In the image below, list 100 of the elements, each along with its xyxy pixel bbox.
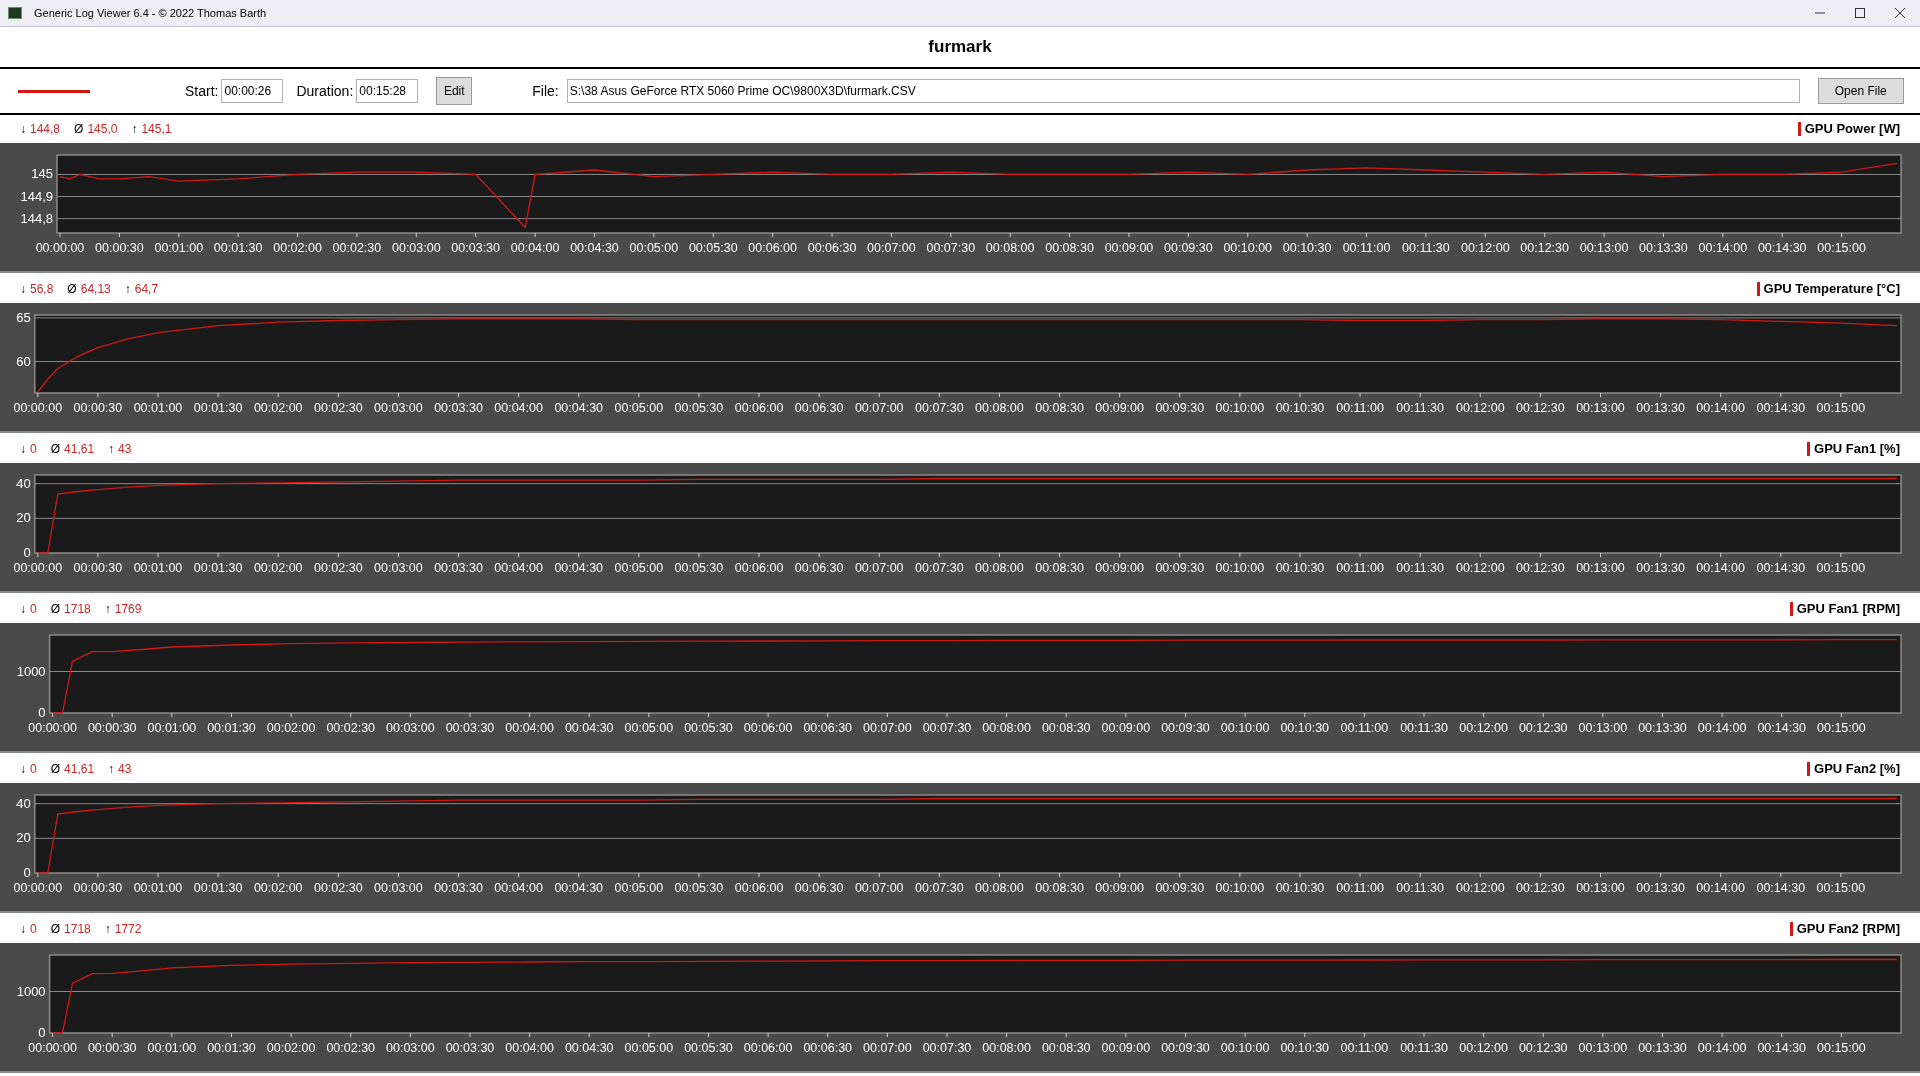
axis-label: 00:04:30	[554, 881, 604, 895]
axis-label: 00:05:30	[684, 721, 733, 735]
axis-label: 40	[16, 795, 31, 811]
duration-field[interactable]: 00:15:28	[356, 79, 419, 103]
stat-value: 1718	[64, 921, 91, 938]
axis-label: 00:02:00	[266, 721, 316, 735]
axis-label: 00:12:30	[1516, 401, 1565, 415]
axis-label: 00:14:30	[1757, 721, 1807, 735]
axis-label: 00:14:30	[1757, 241, 1807, 255]
axis-label: 00:08:30	[1035, 561, 1084, 575]
axis-label: 00:08:00	[982, 1041, 1031, 1055]
axis-label: 00:14:00	[1697, 1041, 1747, 1055]
axis-label: 00:07:30	[915, 881, 964, 895]
axis-label: 00:04:00	[505, 721, 554, 735]
stat-symbol: ↑	[104, 601, 111, 618]
file-path-field[interactable]: S:\38 Asus GeForce RTX 5060 Prime OC\9800X3D\furmark.CSV	[566, 79, 1800, 103]
axis-label: 00:10:30	[1275, 401, 1325, 415]
axis-label: 00:09:00	[1095, 561, 1144, 575]
axis-label: 00:14:00	[1696, 561, 1746, 575]
axis-label: 00:05:30	[674, 561, 724, 575]
axis-label: 0	[38, 1025, 46, 1040]
axis-label: 00:02:30	[314, 881, 363, 895]
stat-symbol: Ø	[67, 281, 77, 298]
axis-label: 00:00:30	[95, 241, 144, 255]
axis-label: 00:07:00	[863, 1041, 912, 1055]
axis-label: 00:02:00	[253, 881, 303, 895]
axis-label: 00:04:30	[564, 721, 614, 735]
axis-label: 00:06:00	[734, 561, 784, 575]
axis-label: 00:12:30	[1518, 721, 1568, 735]
axis-label: 00:13:00	[1579, 241, 1629, 255]
axis-label: 00:11:00	[1336, 401, 1384, 415]
axis-label: 00:08:00	[975, 401, 1024, 415]
open-file-button[interactable]: Open File	[1817, 78, 1904, 104]
stat-symbol: ↑	[131, 121, 138, 138]
axis-label: 00:15:00	[1816, 561, 1866, 575]
axis-label: 00:09:30	[1161, 721, 1210, 735]
stat-value: 41,61	[64, 441, 95, 458]
axis-label: 00:00:00	[28, 721, 77, 735]
axis-label: 00:04:30	[554, 561, 604, 575]
stat-value: 145,1	[141, 121, 172, 138]
chart-title: GPU Power [W]	[1804, 120, 1900, 139]
axis-label: 00:01:00	[133, 881, 183, 895]
stat-value: 0	[30, 921, 37, 938]
axis-label: 40	[16, 475, 31, 491]
edit-button[interactable]: Edit	[436, 77, 473, 105]
axis-label: 00:14:30	[1756, 561, 1806, 575]
axis-label: 00:09:00	[1104, 241, 1154, 255]
axis-label: 00:10:30	[1275, 881, 1325, 895]
axis-label: 00:01:30	[207, 721, 256, 735]
document-title: furmark	[928, 36, 992, 59]
stat-value: 43	[118, 761, 132, 778]
axis-label: 00:03:00	[386, 1041, 435, 1055]
axis-label: 00:14:00	[1696, 401, 1746, 415]
axis-label: 00:07:00	[863, 721, 912, 735]
axis-label: 00:05:30	[684, 1041, 733, 1055]
axis-label: 00:01:30	[193, 881, 243, 895]
stat-symbol: Ø	[50, 761, 61, 778]
axis-label: 00:04:30	[564, 1041, 614, 1055]
axis-label: 144,9	[20, 188, 53, 204]
axis-label: 00:13:30	[1636, 401, 1685, 415]
axis-label: 00:12:30	[1516, 561, 1565, 575]
axis-label: 00:15:00	[1816, 881, 1866, 895]
axis-label: 00:10:00	[1220, 1041, 1270, 1055]
axis-label: 00:02:30	[314, 401, 363, 415]
axis-label: 00:00:00	[35, 241, 85, 255]
stat-symbol: Ø	[50, 921, 61, 938]
axis-label: 00:11:30	[1400, 1041, 1448, 1055]
axis-label: 00:02:00	[273, 241, 322, 255]
app-icon	[8, 7, 22, 19]
axis-label: 00:14:30	[1756, 881, 1806, 895]
axis-label: 00:05:30	[688, 241, 738, 255]
start-field[interactable]: 00:00:26	[221, 79, 284, 103]
axis-label: 00:12:30	[1520, 241, 1569, 255]
window-title: Generic Log Viewer 6.4 - © 2022 Thomas Barth	[34, 5, 267, 21]
axis-label: 00:01:30	[193, 401, 243, 415]
axis-label: 00:10:00	[1215, 401, 1265, 415]
axis-label: 00:05:00	[614, 881, 664, 895]
axis-label: 0	[38, 705, 46, 720]
axis-label: 00:04:00	[494, 401, 543, 415]
stat-value: 1769	[114, 601, 142, 618]
axis-label: 00:01:00	[147, 721, 197, 735]
axis-label: 00:03:30	[451, 241, 501, 255]
axis-label: 00:05:00	[614, 561, 664, 575]
axis-label: 00:06:00	[743, 1041, 793, 1055]
axis-label: 00:08:00	[985, 241, 1035, 255]
axis-label: 00:13:00	[1576, 881, 1625, 895]
axis-label: 00:12:00	[1455, 561, 1505, 575]
axis-label: 00:01:00	[154, 241, 204, 255]
axis-label: 00:11:30	[1396, 561, 1445, 575]
chart-title: GPU Fan1 [%]	[1814, 440, 1900, 459]
axis-label: 00:01:30	[193, 561, 243, 575]
axis-label: 00:03:30	[434, 401, 483, 415]
stat-symbol: ↓	[20, 761, 26, 778]
axis-label: 00:11:00	[1340, 721, 1389, 735]
axis-label: 00:03:00	[386, 721, 435, 735]
axis-label: 00:03:30	[445, 721, 495, 735]
axis-label: 00:15:00	[1817, 241, 1866, 255]
axis-label: 00:12:00	[1459, 721, 1508, 735]
axis-label: 00:02:00	[253, 401, 303, 415]
axis-label: 00:03:00	[392, 241, 441, 255]
